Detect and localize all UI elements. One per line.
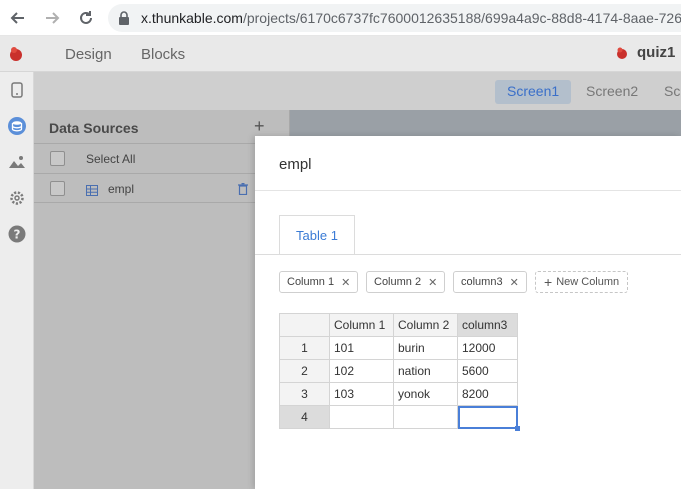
trash-icon[interactable] (238, 182, 248, 200)
thunkable-logo-icon (8, 46, 24, 67)
table-row: 3 103 yonok 8200 (279, 382, 518, 406)
data-table: Column 1 Column 2 column3 1 101 burin 12… (279, 313, 521, 432)
table-cell[interactable]: 8200 (457, 382, 518, 406)
table-cell[interactable] (329, 405, 394, 429)
table-editor-modal: empl Table 1 Column 1 ✕ Column 2 ✕ colum… (255, 136, 681, 489)
table-cell[interactable]: 101 (329, 336, 394, 360)
phone-icon[interactable] (7, 80, 27, 100)
address-bar[interactable]: x.thunkable.com/projects/6170c6737fc7600… (108, 4, 681, 32)
row-number[interactable]: 2 (279, 359, 330, 383)
table-cell[interactable]: 12000 (457, 336, 518, 360)
select-all-checkbox[interactable] (50, 151, 65, 166)
project-logo-icon (617, 47, 627, 59)
column-chip-label: Column 1 (287, 276, 335, 288)
column-chip[interactable]: Column 1 ✕ (279, 271, 359, 293)
screen-tabs: Screen1 Screen2 Sc (34, 72, 681, 110)
column-header[interactable]: column3 (457, 313, 518, 337)
row-number[interactable]: 1 (279, 336, 330, 360)
active-table-cell[interactable] (457, 405, 521, 432)
project-name: quiz1 (637, 44, 676, 61)
data-source-item[interactable]: empl (34, 173, 290, 203)
left-rail: ? (0, 72, 34, 489)
table-cell[interactable]: burin (393, 336, 458, 360)
back-arrow-icon[interactable] (6, 6, 30, 30)
table-cell[interactable]: yonok (393, 382, 458, 406)
table-row: 4 (279, 405, 521, 432)
column-chip-label: Column 2 (374, 276, 422, 288)
table-cell[interactable]: 5600 (457, 359, 518, 383)
tab-table-1[interactable]: Table 1 (279, 215, 355, 255)
table-cell[interactable]: 102 (329, 359, 394, 383)
image-icon[interactable] (7, 152, 27, 172)
column-header[interactable]: Column 1 (329, 313, 394, 337)
select-all-label: Select All (86, 152, 136, 166)
tab-design[interactable]: Design (65, 46, 112, 63)
database-icon[interactable] (7, 116, 27, 136)
tab-screen3[interactable]: Sc (652, 80, 681, 104)
table-header-row: Column 1 Column 2 column3 (279, 313, 518, 337)
new-column-button[interactable]: + New Column (535, 271, 629, 293)
new-column-label: New Column (556, 276, 620, 288)
browser-toolbar: x.thunkable.com/projects/6170c6737fc7600… (0, 0, 681, 36)
tab-blocks[interactable]: Blocks (141, 46, 185, 63)
reload-icon[interactable] (74, 6, 98, 30)
gear-icon[interactable] (7, 188, 27, 208)
table-cell[interactable]: nation (393, 359, 458, 383)
column-chip-label: column3 (461, 276, 503, 288)
column-chip[interactable]: column3 ✕ (453, 271, 527, 293)
data-source-checkbox[interactable] (50, 181, 65, 196)
url-host: x.thunkable.com (141, 10, 243, 26)
select-all-row: Select All (34, 143, 290, 173)
lock-icon (118, 11, 130, 30)
row-number[interactable]: 4 (279, 405, 330, 429)
add-data-source-button[interactable]: + (254, 116, 265, 137)
plus-icon: + (544, 274, 553, 290)
table-row: 1 101 burin 12000 (279, 336, 518, 360)
modal-title: empl (279, 156, 312, 173)
url-path: /projects/6170c6737fc7600012635188/699a4… (242, 10, 681, 26)
app-header: Design Blocks quiz1 (0, 36, 681, 72)
help-icon[interactable]: ? (7, 224, 27, 244)
table-cell[interactable]: 103 (329, 382, 394, 406)
column-chip[interactable]: Column 2 ✕ (366, 271, 446, 293)
url-text: x.thunkable.com/projects/6170c6737fc7600… (141, 10, 681, 26)
close-icon[interactable]: ✕ (428, 276, 437, 289)
data-sources-panel: Data Sources + Select All empl (34, 110, 290, 489)
project-selector[interactable]: quiz1 (615, 44, 675, 61)
tab-screen1[interactable]: Screen1 (495, 80, 572, 104)
divider (255, 254, 681, 255)
corner-cell[interactable] (279, 313, 330, 337)
close-icon[interactable]: ✕ (341, 276, 350, 289)
data-sources-title: Data Sources (49, 120, 139, 136)
data-source-name: empl (108, 182, 135, 196)
tab-screen2[interactable]: Screen2 (574, 80, 650, 104)
table-icon (86, 183, 98, 201)
row-number[interactable]: 3 (279, 382, 330, 406)
close-icon[interactable]: ✕ (510, 276, 519, 289)
table-cell[interactable] (393, 405, 458, 429)
divider (255, 190, 681, 191)
table-row: 2 102 nation 5600 (279, 359, 518, 383)
forward-arrow-icon[interactable] (40, 6, 64, 30)
column-header[interactable]: Column 2 (393, 313, 458, 337)
svg-text:?: ? (14, 228, 21, 242)
